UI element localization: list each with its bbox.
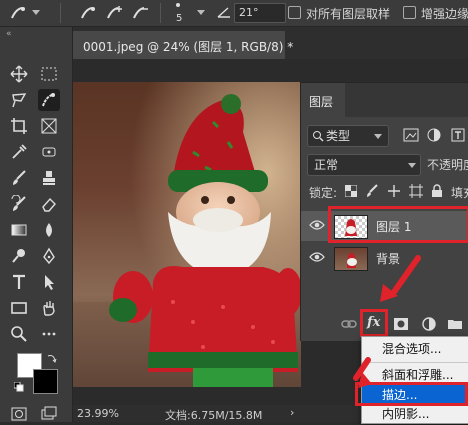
annotation-arrows xyxy=(353,255,421,388)
